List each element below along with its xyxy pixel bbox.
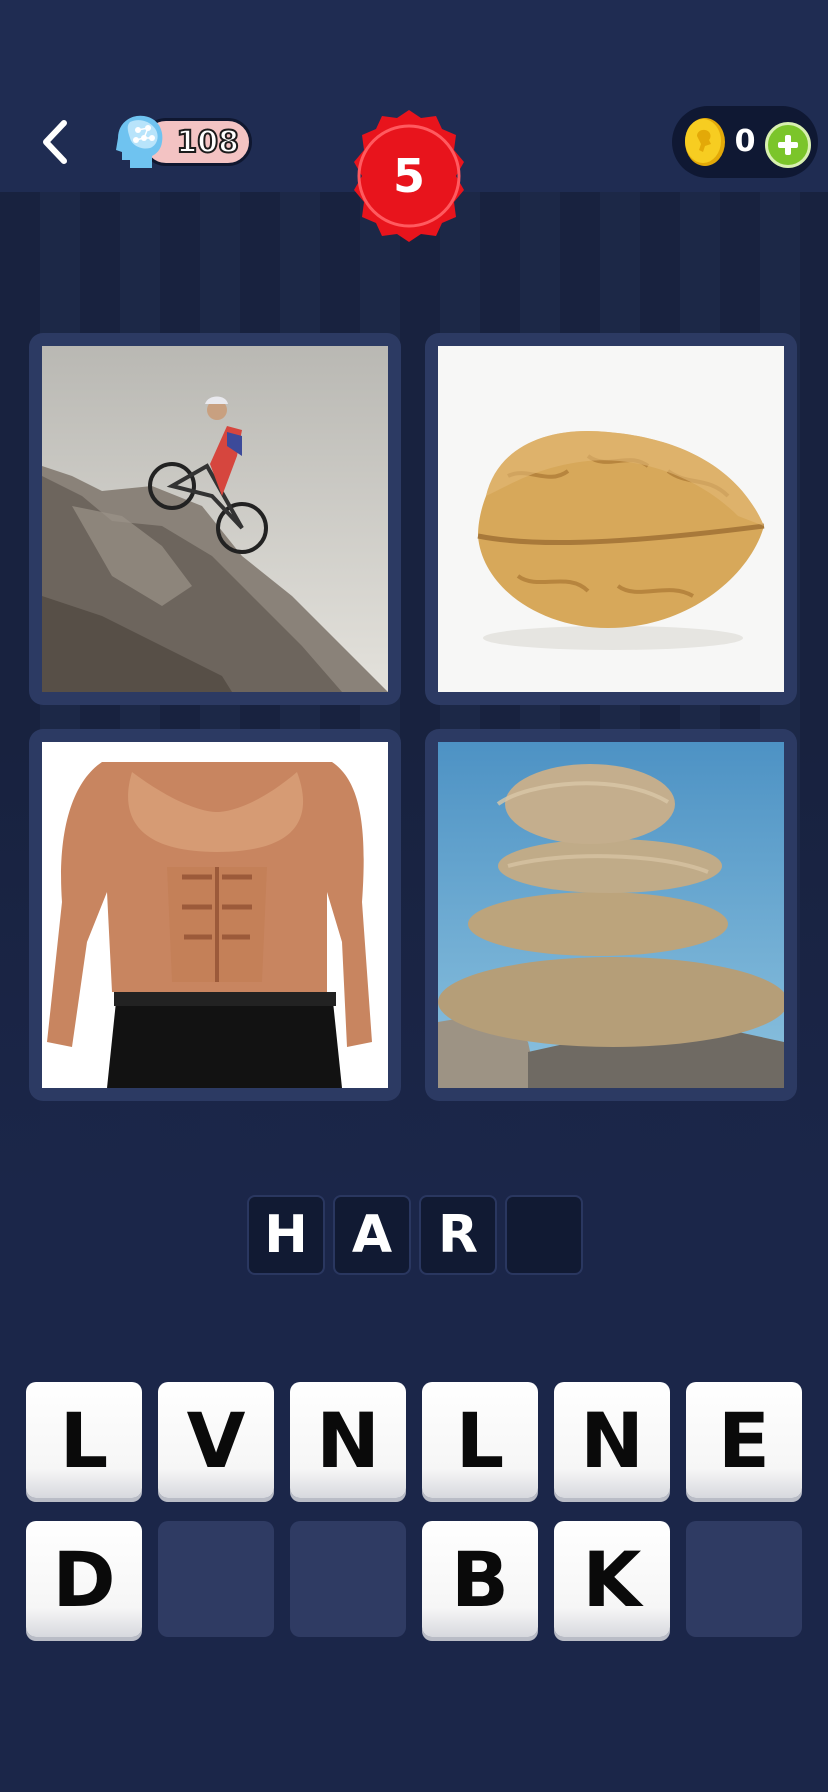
coin-icon (685, 118, 725, 166)
empty-key-slot (686, 1521, 802, 1637)
brain-icon (116, 115, 163, 168)
answer-slot-1[interactable]: H (247, 1195, 325, 1275)
answer-slot-4[interactable] (505, 1195, 583, 1275)
letter-key[interactable]: D (26, 1521, 142, 1637)
picture-tile-3[interactable] (29, 729, 401, 1101)
coin-count: 0 (734, 124, 756, 159)
letter-key[interactable]: B (422, 1521, 538, 1637)
add-coins-button[interactable] (765, 122, 811, 168)
back-chevron-icon (43, 120, 67, 164)
answer-slot-2[interactable]: A (333, 1195, 411, 1275)
plus-icon (778, 135, 798, 155)
letter-key[interactable]: E (686, 1382, 802, 1498)
letter-key[interactable]: L (26, 1382, 142, 1498)
picture-walnut (438, 346, 784, 692)
picture-stones (438, 742, 784, 1088)
picture-tile-1[interactable] (29, 333, 401, 705)
empty-key-slot (290, 1521, 406, 1637)
picture-tile-2[interactable] (425, 333, 797, 705)
letter-key[interactable]: K (554, 1521, 670, 1637)
brain-points-value: 108 (175, 124, 240, 161)
answer-slot-3[interactable]: R (419, 1195, 497, 1275)
empty-key-slot (158, 1521, 274, 1637)
letter-key[interactable]: V (158, 1382, 274, 1498)
letter-key[interactable]: N (290, 1382, 406, 1498)
back-button[interactable] (30, 112, 80, 172)
level-number: 5 (392, 149, 425, 203)
letter-key[interactable]: N (554, 1382, 670, 1498)
picture-muscles (42, 742, 388, 1088)
picture-cyclist (42, 346, 388, 692)
picture-tile-4[interactable] (425, 729, 797, 1101)
letter-key[interactable]: L (422, 1382, 538, 1498)
